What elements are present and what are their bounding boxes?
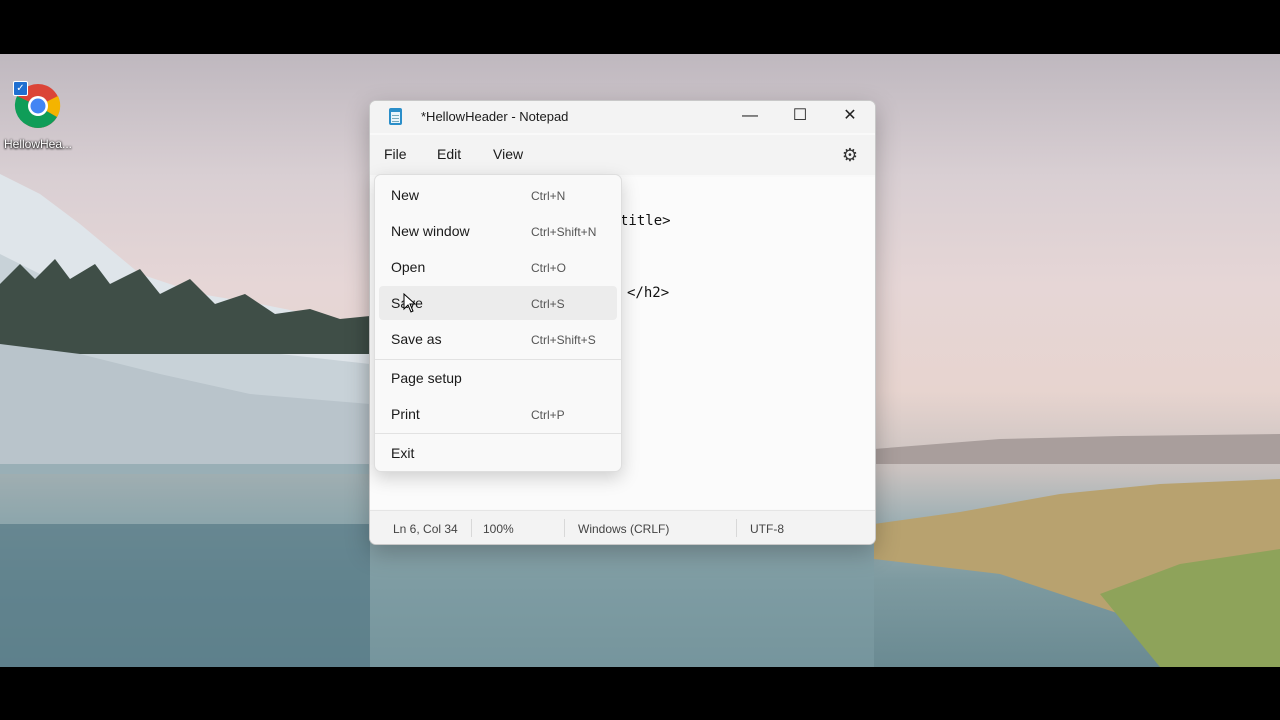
menu-view[interactable]: View: [493, 144, 523, 172]
encoding: UTF-8: [750, 522, 784, 536]
menu-item-page-setup[interactable]: Page setup: [379, 361, 617, 395]
letterbox-top: [0, 0, 1280, 54]
menu-item-shortcut: Ctrl+P: [531, 408, 565, 422]
letterbox-bottom: [0, 667, 1280, 720]
notepad-icon: [389, 108, 402, 125]
menu-item-label: New: [391, 187, 420, 203]
menu-item-shortcut: Ctrl+O: [531, 261, 567, 275]
menu-file[interactable]: File: [384, 144, 407, 172]
minimize-button[interactable]: —: [725, 101, 775, 133]
menu-item-open[interactable]: Open Ctrl+O: [379, 250, 617, 284]
mouse-cursor-icon: [403, 293, 417, 313]
window-title: *HellowHeader - Notepad: [421, 109, 569, 124]
menu-item-label: Exit: [391, 445, 415, 461]
menu-separator: [375, 359, 621, 360]
maximize-button[interactable]: ☐: [775, 101, 825, 133]
menu-item-new-window[interactable]: New window Ctrl+Shift+N: [379, 214, 617, 248]
zoom-level: 100%: [483, 522, 514, 536]
menu-separator: [375, 433, 621, 434]
menu-item-shortcut: Ctrl+S: [531, 297, 565, 311]
status-divider: [564, 519, 565, 537]
menu-edit[interactable]: Edit: [437, 144, 461, 172]
title-bar[interactable]: *HellowHeader - Notepad — ☐ ✕: [370, 101, 875, 133]
line-ending: Windows (CRLF): [578, 522, 670, 536]
menu-item-save-as[interactable]: Save as Ctrl+Shift+S: [379, 322, 617, 356]
menu-item-label: Page setup: [391, 370, 462, 386]
menu-item-label: Save as: [391, 331, 442, 347]
menu-item-label: New window: [391, 223, 470, 239]
menu-item-shortcut: Ctrl+Shift+S: [531, 333, 596, 347]
status-divider: [736, 519, 737, 537]
menu-bar: File Edit View ⚙: [370, 135, 875, 175]
menu-item-shortcut: Ctrl+Shift+N: [531, 225, 597, 239]
close-button[interactable]: ✕: [825, 101, 875, 133]
desktop-shortcut[interactable]: ✓ HellowHea...: [2, 80, 74, 154]
desktop-shortcut-label: HellowHea...: [3, 137, 73, 151]
status-bar: Ln 6, Col 34 100% Windows (CRLF) UTF-8: [370, 510, 875, 544]
cursor-position: Ln 6, Col 34: [393, 522, 458, 536]
editor-line: </h2>: [627, 285, 670, 301]
file-menu-dropdown: New Ctrl+N New window Ctrl+Shift+N Open …: [374, 174, 622, 472]
menu-item-exit[interactable]: Exit: [379, 436, 617, 470]
selected-checkbox-icon[interactable]: ✓: [13, 81, 28, 96]
status-divider: [471, 519, 472, 537]
menu-item-new[interactable]: New Ctrl+N: [379, 178, 617, 212]
menu-item-label: Print: [391, 406, 420, 422]
gear-icon[interactable]: ⚙: [840, 145, 860, 165]
menu-item-print[interactable]: Print Ctrl+P: [379, 397, 617, 431]
menu-item-shortcut: Ctrl+N: [531, 189, 566, 203]
menu-item-label: Open: [391, 259, 426, 275]
editor-line: title>: [620, 213, 671, 229]
